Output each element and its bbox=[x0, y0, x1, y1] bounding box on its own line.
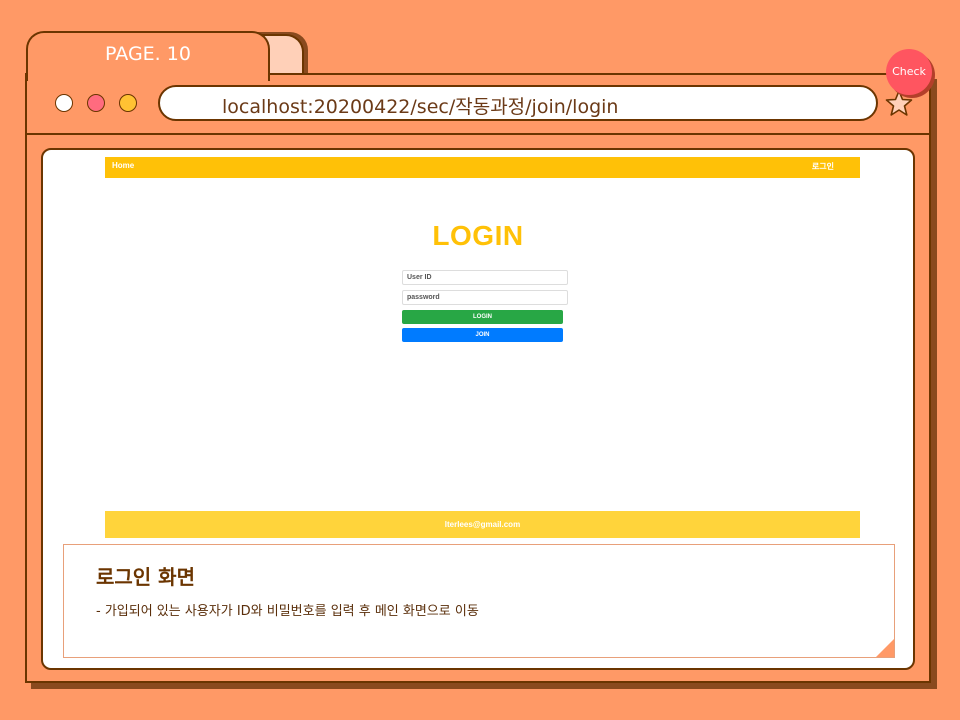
folded-corner bbox=[876, 639, 894, 657]
browser-tab[interactable]: PAGE. 10 bbox=[26, 31, 270, 81]
address-bar[interactable]: localhost:20200422/sec/작동과정/join/login bbox=[158, 85, 878, 121]
window-dot-white[interactable] bbox=[55, 94, 73, 112]
site-footer: lterlees@gmail.com bbox=[105, 511, 860, 538]
content-panel: Home 로그인 LOGIN User ID password LOGIN JO… bbox=[41, 148, 915, 670]
nav-login-link[interactable]: 로그인 bbox=[812, 161, 834, 172]
login-button[interactable]: LOGIN bbox=[402, 310, 563, 324]
check-badge[interactable]: Check bbox=[886, 49, 932, 95]
window-dot-yellow[interactable] bbox=[119, 94, 137, 112]
tab-label: PAGE. 10 bbox=[105, 43, 191, 65]
password-input[interactable]: password bbox=[402, 290, 568, 305]
description-title: 로그인 화면 bbox=[96, 565, 195, 589]
description-text: - 가입되어 있는 사용자가 ID와 비밀번호를 입력 후 메인 화면으로 이동 bbox=[96, 604, 479, 619]
nav-home-link[interactable]: Home bbox=[112, 161, 134, 170]
user-id-input[interactable]: User ID bbox=[402, 270, 568, 285]
login-heading: LOGIN bbox=[432, 220, 524, 251]
join-button[interactable]: JOIN bbox=[402, 328, 563, 342]
site-navbar: Home 로그인 bbox=[105, 157, 860, 178]
footer-email: lterlees@gmail.com bbox=[444, 520, 521, 529]
window-dot-pink[interactable] bbox=[87, 94, 105, 112]
address-bar-url: localhost:20200422/sec/작동과정/join/login bbox=[222, 96, 619, 118]
browser-window: localhost:20200422/sec/작동과정/join/login H… bbox=[25, 73, 931, 683]
title-bar: localhost:20200422/sec/작동과정/join/login bbox=[27, 75, 929, 135]
description-box: 로그인 화면 - 가입되어 있는 사용자가 ID와 비밀번호를 입력 후 메인 … bbox=[63, 544, 895, 658]
